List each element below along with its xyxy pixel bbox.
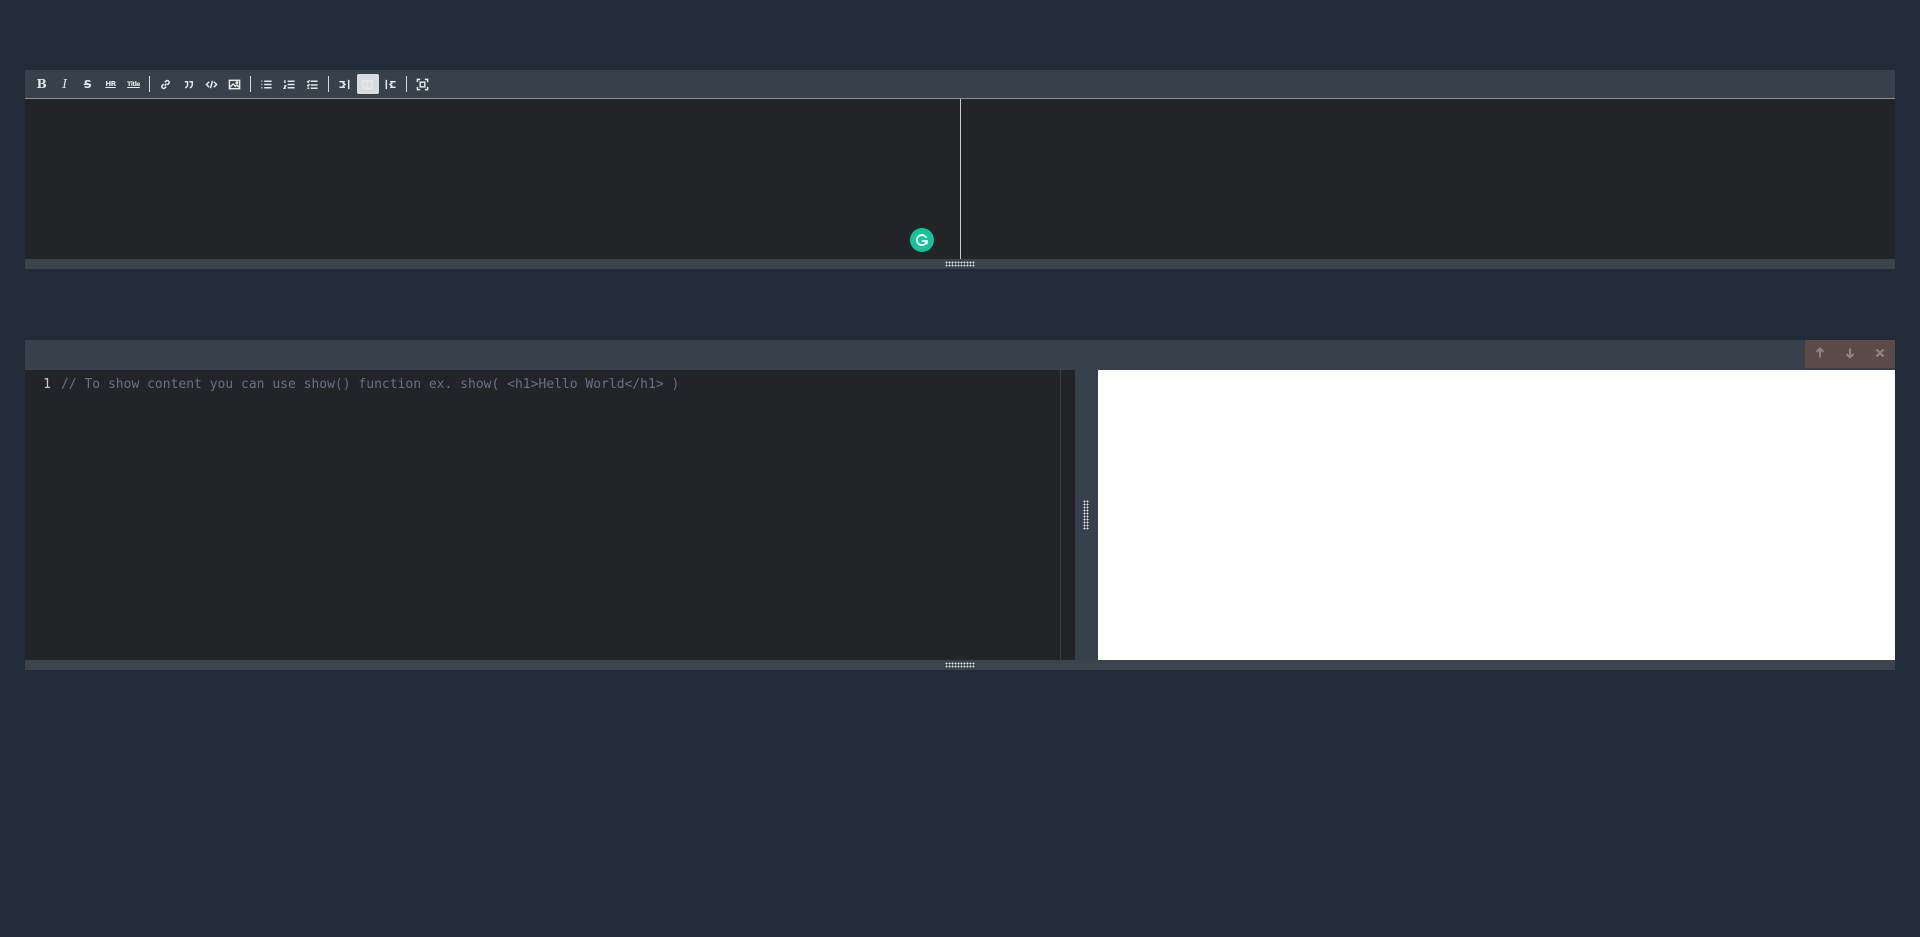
- live-mode-icon: [361, 78, 374, 91]
- grammarly-icon[interactable]: [910, 228, 934, 252]
- strikethrough-icon: S: [83, 77, 92, 91]
- image-button[interactable]: [224, 74, 246, 94]
- title-button[interactable]: Title: [123, 74, 145, 94]
- unordered-list-button[interactable]: [256, 74, 278, 94]
- code-editor[interactable]: 1 // To show content you can use show() f…: [25, 370, 1075, 660]
- close-button[interactable]: [1869, 347, 1891, 362]
- bold-icon: B: [36, 77, 47, 91]
- split-resize-handle[interactable]: [1075, 370, 1098, 660]
- title-icon: Title: [127, 80, 140, 88]
- preview-mode-button[interactable]: [380, 74, 402, 94]
- checklist-button[interactable]: [302, 74, 324, 94]
- arrow-down-icon: [1844, 348, 1856, 362]
- grip-icon: [945, 261, 975, 267]
- toolbar-separator: [406, 76, 407, 92]
- italic-icon: I: [62, 77, 67, 91]
- toolbar-separator: [149, 76, 150, 92]
- grammarly-g-icon: [916, 234, 928, 246]
- ordered-list-button[interactable]: [279, 74, 301, 94]
- output-preview-pane: [1098, 370, 1895, 660]
- unordered-list-icon: [260, 78, 273, 91]
- markdown-preview-area: [961, 99, 1895, 259]
- grip-icon: [945, 662, 975, 668]
- move-down-button[interactable]: [1839, 347, 1861, 362]
- code-runner-resize-handle[interactable]: [25, 660, 1895, 670]
- vertical-grip-icon: [1083, 500, 1089, 530]
- markdown-toolbar: B I S HR Title: [25, 70, 1895, 99]
- horizontal-rule-button[interactable]: HR: [100, 74, 122, 94]
- quote-icon: [182, 78, 195, 91]
- code-icon: [205, 78, 218, 91]
- toolbar-separator: [328, 76, 329, 92]
- quote-button[interactable]: [178, 74, 200, 94]
- link-button[interactable]: [155, 74, 177, 94]
- code-button[interactable]: [201, 74, 223, 94]
- edit-mode-button[interactable]: [334, 74, 356, 94]
- close-icon: [1874, 348, 1886, 362]
- markdown-input-area[interactable]: [25, 99, 960, 259]
- edit-mode-icon: [338, 78, 351, 91]
- strikethrough-button[interactable]: S: [77, 74, 99, 94]
- code-editor-scrollbar[interactable]: [1060, 370, 1075, 660]
- markdown-resize-handle[interactable]: [25, 259, 1895, 269]
- checklist-icon: [306, 78, 319, 91]
- arrow-up-icon: [1814, 346, 1826, 362]
- toolbar-separator: [250, 76, 251, 92]
- italic-button[interactable]: I: [54, 74, 76, 94]
- markdown-editor: B I S HR Title: [25, 70, 1895, 269]
- bold-button[interactable]: B: [31, 74, 53, 94]
- fullscreen-icon: [416, 78, 429, 91]
- preview-mode-icon: [384, 78, 397, 91]
- fullscreen-button[interactable]: [412, 74, 434, 94]
- code-runner: 1 // To show content you can use show() f…: [25, 340, 1895, 670]
- line-number: 1: [43, 376, 51, 392]
- hr-icon: HR: [105, 80, 116, 88]
- code-line: 1 // To show content you can use show() f…: [25, 374, 679, 394]
- live-mode-button[interactable]: [356, 74, 379, 94]
- ordered-list-icon: [283, 78, 296, 91]
- header-button-group: [1805, 340, 1895, 368]
- code-runner-header: [25, 340, 1895, 370]
- move-up-button[interactable]: [1809, 346, 1831, 362]
- code-comment-text: // To show content you can use show() fu…: [61, 376, 680, 392]
- image-icon: [228, 78, 241, 91]
- link-icon: [159, 78, 172, 91]
